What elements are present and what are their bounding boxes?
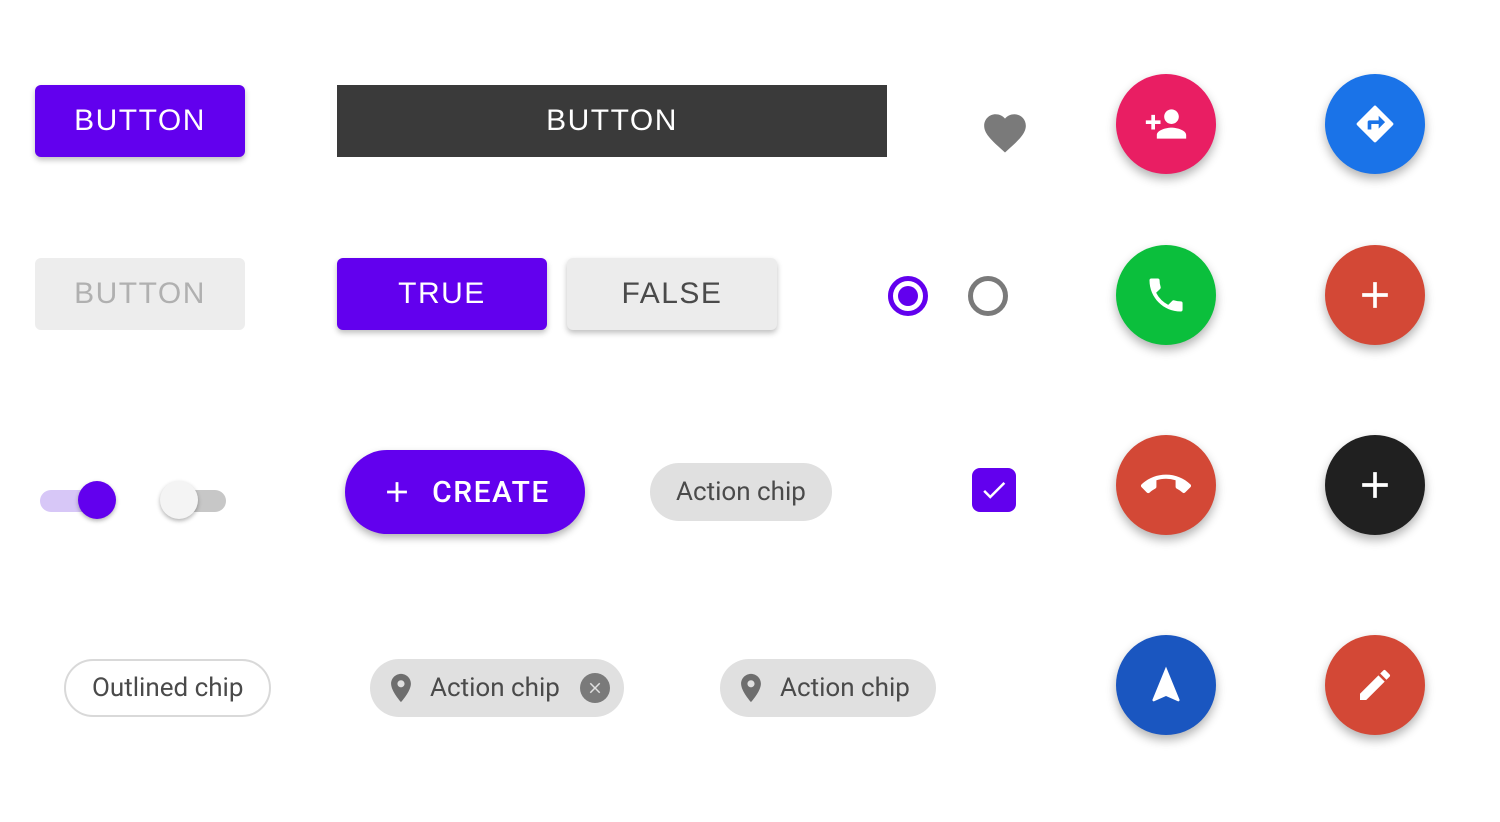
- chip-label: Action chip: [780, 673, 910, 703]
- switch-thumb-icon: [160, 481, 198, 519]
- button-contained-primary[interactable]: BUTTON: [35, 85, 245, 157]
- segment-false-button[interactable]: FALSE: [567, 258, 777, 330]
- segment-true-button[interactable]: TRUE: [337, 258, 547, 330]
- radio-outer: [968, 276, 1008, 316]
- outlined-chip[interactable]: Outlined chip: [64, 659, 271, 717]
- chip-label: Outlined chip: [92, 673, 243, 703]
- phone-icon: [1144, 273, 1188, 317]
- switch-thumb-icon: [78, 481, 116, 519]
- fab-add-black[interactable]: [1325, 435, 1425, 535]
- fab-call-end[interactable]: [1116, 435, 1216, 535]
- button-disabled: BUTTON: [35, 258, 245, 330]
- fab-navigation[interactable]: [1116, 635, 1216, 735]
- action-chip[interactable]: Action chip: [650, 463, 832, 521]
- location-pin-icon: [734, 671, 768, 705]
- check-icon: [979, 475, 1009, 505]
- plus-icon: [1353, 273, 1397, 317]
- radio-unchecked[interactable]: [968, 276, 1008, 316]
- fab-add-red[interactable]: [1325, 245, 1425, 345]
- create-label: CREATE: [432, 475, 550, 510]
- radio-checked[interactable]: [888, 276, 928, 316]
- chip-label: Action chip: [676, 477, 806, 507]
- heart-icon: [980, 108, 1030, 158]
- switch-off[interactable]: [170, 490, 226, 512]
- navigation-icon: [1144, 663, 1188, 707]
- action-chip-location[interactable]: Action chip: [720, 659, 936, 717]
- plus-icon: [380, 475, 414, 509]
- checkbox-checked[interactable]: [972, 468, 1016, 512]
- fab-phone[interactable]: [1116, 245, 1216, 345]
- close-icon: [586, 679, 604, 697]
- chip-label: Action chip: [430, 673, 560, 703]
- call-end-icon: [1141, 460, 1191, 510]
- switch-on[interactable]: [40, 490, 96, 512]
- radio-dot-icon: [898, 286, 918, 306]
- fab-directions[interactable]: [1325, 74, 1425, 174]
- button-contained-dark[interactable]: BUTTON: [337, 85, 887, 157]
- create-extended-fab[interactable]: CREATE: [345, 450, 585, 534]
- chip-remove-button[interactable]: [580, 673, 610, 703]
- fab-edit[interactable]: [1325, 635, 1425, 735]
- action-chip-removable[interactable]: Action chip: [370, 659, 624, 717]
- edit-icon: [1355, 665, 1395, 705]
- radio-outer: [888, 276, 928, 316]
- fab-person-add[interactable]: [1116, 74, 1216, 174]
- directions-icon: [1353, 102, 1397, 146]
- plus-icon: [1353, 463, 1397, 507]
- heart-icon-button[interactable]: [980, 108, 1030, 158]
- person-add-icon: [1144, 102, 1188, 146]
- location-pin-icon: [384, 671, 418, 705]
